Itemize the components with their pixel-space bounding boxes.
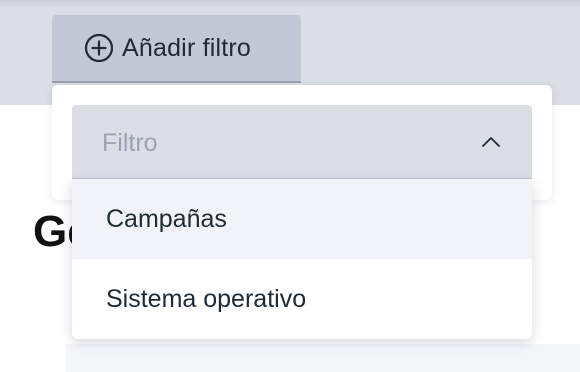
filter-select[interactable]: Filtro <box>72 105 532 179</box>
option-campanas[interactable]: Campañas <box>72 179 532 259</box>
option-sistema-operativo[interactable]: Sistema operativo <box>72 259 532 339</box>
plus-circle-icon <box>84 33 114 63</box>
add-filter-label: Añadir filtro <box>122 33 252 62</box>
filter-options-list: Campañas Sistema operativo <box>72 179 532 339</box>
top-shadow <box>0 0 580 8</box>
chevron-up-icon[interactable] <box>480 131 502 153</box>
filter-select-placeholder: Filtro <box>102 129 158 157</box>
add-filter-button[interactable]: Añadir filtro <box>52 15 301 83</box>
content-strip <box>66 344 580 372</box>
